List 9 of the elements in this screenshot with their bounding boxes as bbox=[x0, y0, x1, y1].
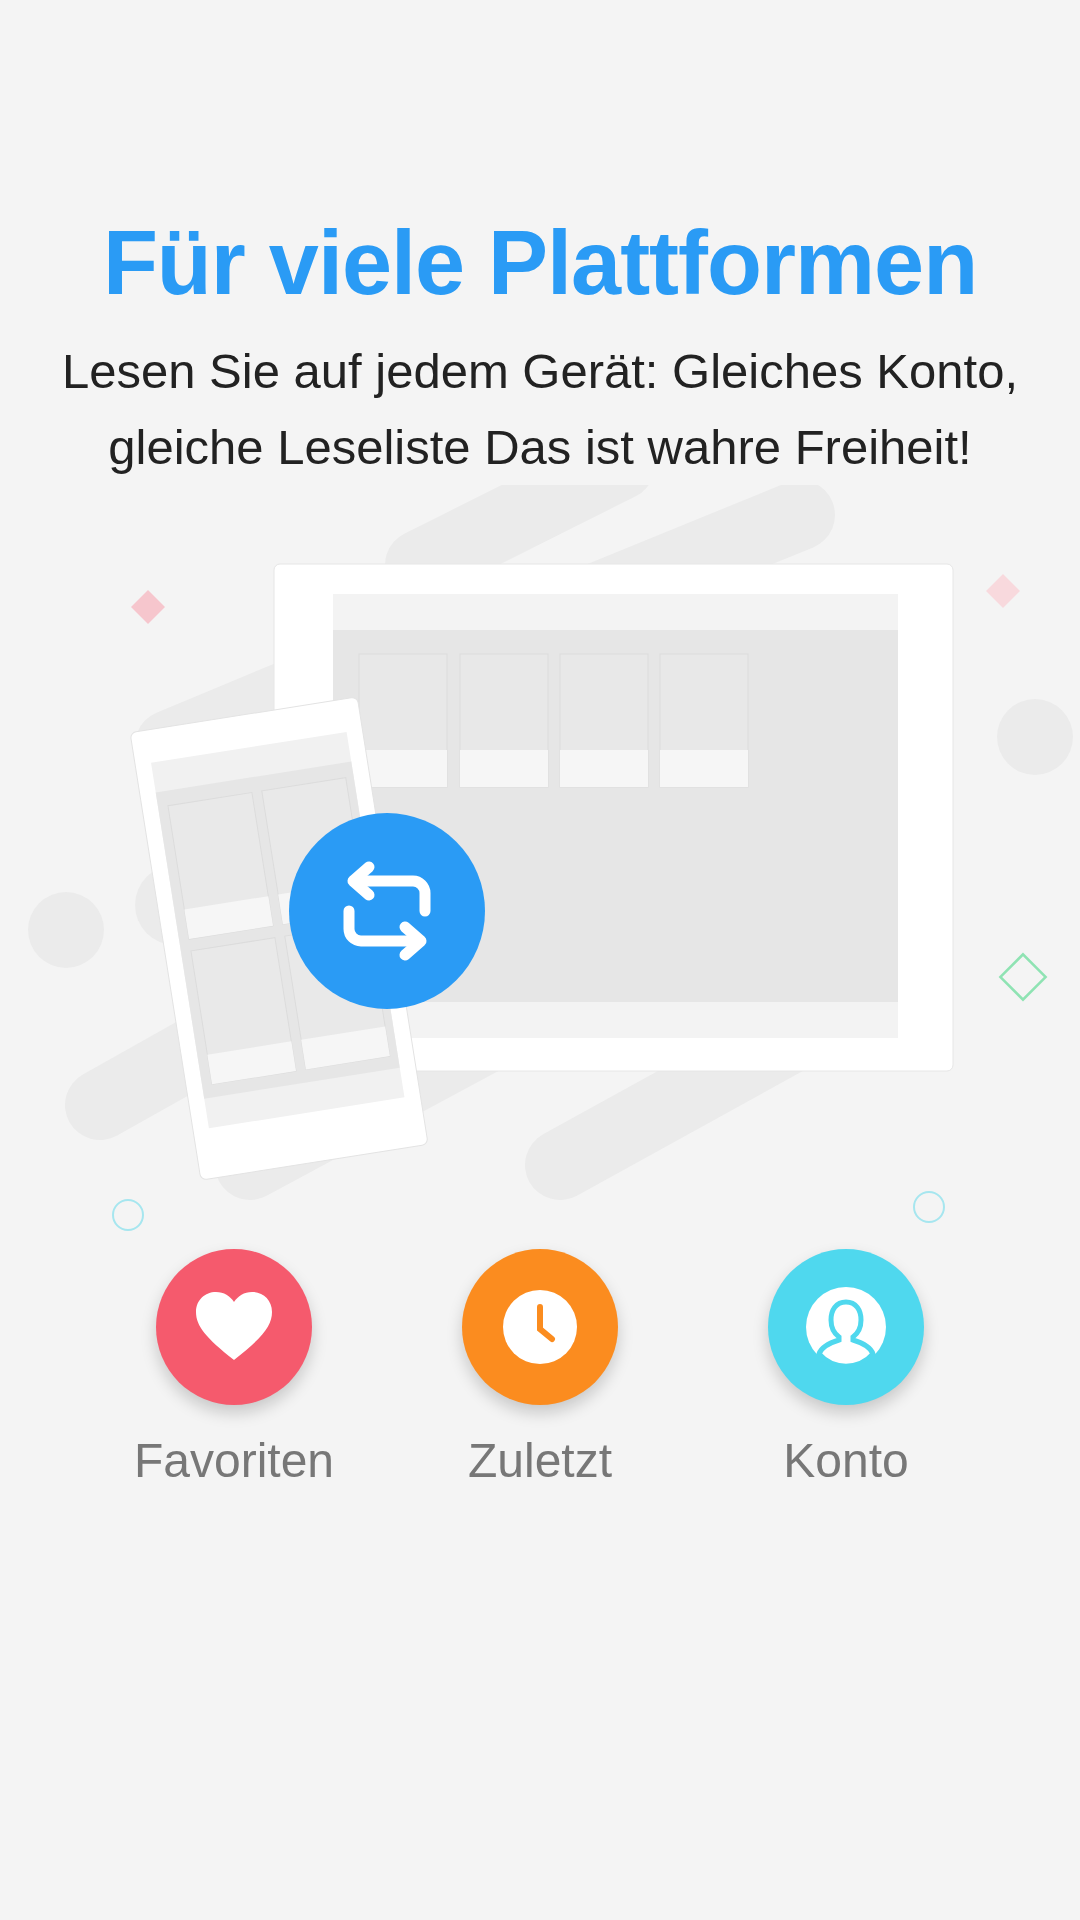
description: Lesen Sie auf jedem Gerät: Gleiches Konto, gleiche Leseliste Das ist wahre Freiheit! bbox=[60, 343, 1020, 476]
feature-label: Favoriten bbox=[133, 1433, 335, 1488]
feature-label: Konto bbox=[783, 1433, 909, 1488]
feature-label: Zuletzt bbox=[467, 1433, 612, 1488]
sync-icon bbox=[289, 813, 485, 1009]
heart-icon bbox=[196, 1292, 272, 1362]
clock-icon bbox=[502, 1289, 578, 1365]
person-icon bbox=[805, 1286, 887, 1368]
headline: Für viele Plattformen bbox=[102, 212, 978, 315]
